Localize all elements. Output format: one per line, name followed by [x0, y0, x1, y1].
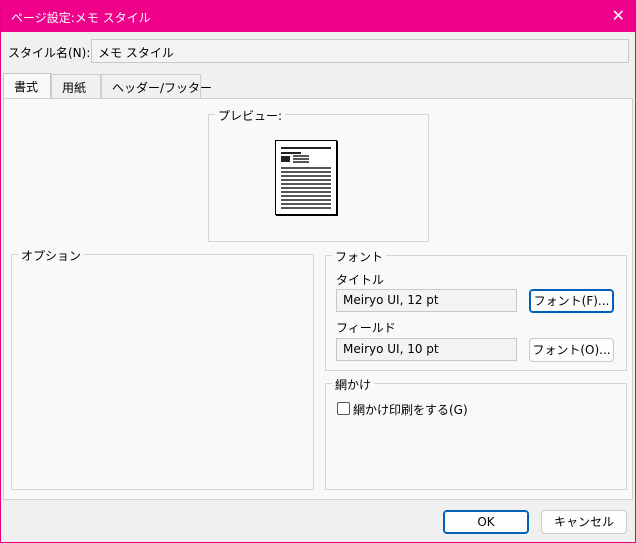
title-font-field: Meiryo UI, 12 pt	[336, 289, 517, 312]
options-group-title: オプション	[18, 247, 85, 264]
shading-print-checkbox[interactable]	[337, 402, 350, 415]
font-group-title: フォント	[332, 248, 387, 265]
shading-group: 網かけ	[325, 376, 627, 490]
tab-format[interactable]: 書式	[3, 73, 51, 98]
ok-button[interactable]: OK	[443, 510, 529, 534]
tab-paper[interactable]: 用紙	[51, 74, 101, 98]
shading-group-title: 網かけ	[332, 376, 375, 393]
shading-print-label[interactable]: 網かけ印刷をする(G)	[353, 401, 468, 418]
tab-header-footer[interactable]: ヘッダー/フッター	[101, 74, 212, 98]
field-font-button[interactable]: フォント(O)...	[529, 338, 614, 362]
close-icon[interactable]: ✕	[612, 6, 625, 25]
title-bar: ページ設定:メモ スタイル ✕	[1, 1, 635, 32]
title-font-button[interactable]: フォント(F)...	[529, 289, 614, 313]
cancel-button[interactable]: キャンセル	[541, 510, 627, 534]
title-font-label: タイトル	[336, 273, 385, 287]
style-name-label: スタイル名(N):	[8, 46, 91, 60]
field-font-label: フィールド	[336, 321, 396, 335]
style-name-field[interactable]: メモ スタイル	[91, 39, 629, 63]
preview-group-title: プレビュー:	[215, 107, 286, 124]
page-setup-dialog: ページ設定:メモ スタイル ✕ スタイル名(N): メモ スタイル 書式 用紙 …	[0, 0, 636, 543]
field-font-field: Meiryo UI, 10 pt	[336, 338, 517, 361]
options-group: オプション	[11, 247, 314, 490]
window-title: ページ設定:メモ スタイル	[11, 11, 151, 25]
page-preview	[275, 140, 337, 215]
